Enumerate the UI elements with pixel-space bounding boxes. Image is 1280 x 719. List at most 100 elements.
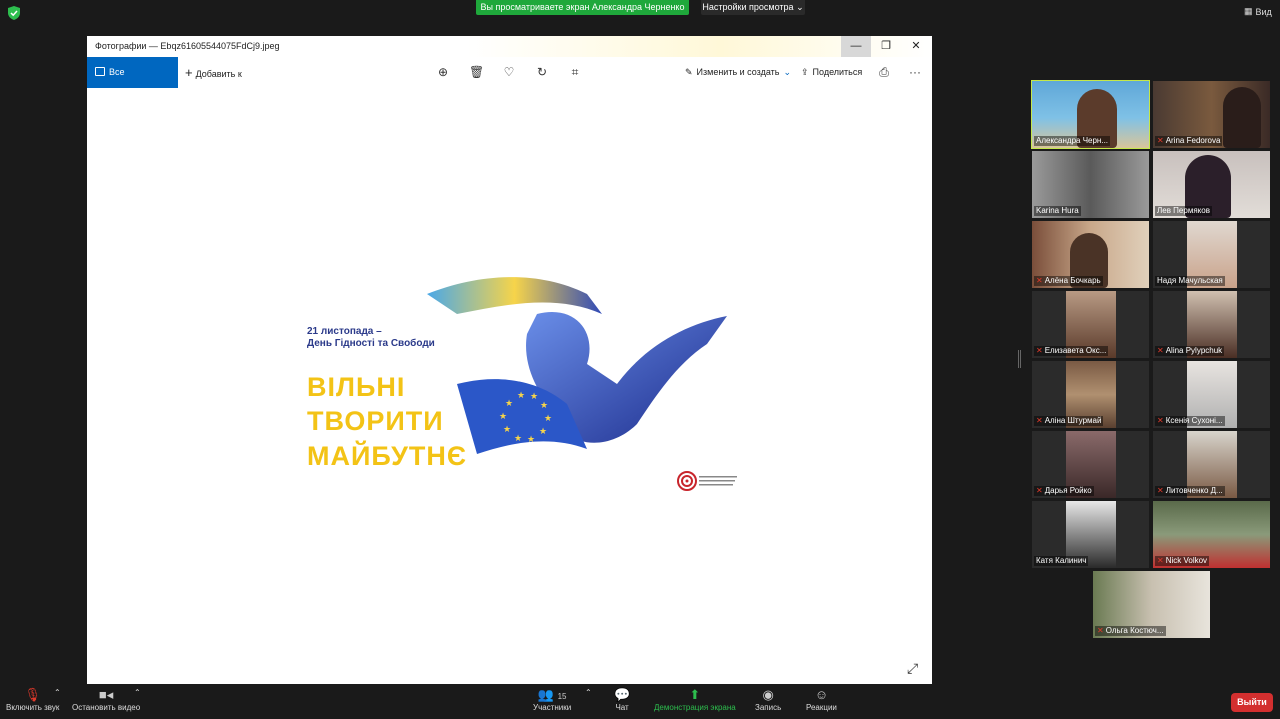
participant-name: Alina Pylypchuk	[1165, 346, 1223, 355]
share-label: Поделиться	[812, 67, 863, 77]
more-options-button[interactable]: ···	[908, 65, 922, 79]
participant-name: Дарья Ройко	[1044, 486, 1092, 495]
participant-tile[interactable]: Лев Пермяков	[1153, 151, 1270, 218]
heart-icon[interactable]: ♡	[502, 65, 516, 79]
chevron-down-icon: ⌄	[796, 2, 804, 12]
participant-name-wrap: ✕ Аліна Штурмай	[1034, 416, 1104, 426]
video-camera-icon: ■◂	[98, 687, 114, 702]
view-settings-button[interactable]: Настройки просмотра ⌄	[701, 0, 805, 15]
screen-share-banner: Вы просматриваете экран Александра Черне…	[476, 0, 689, 15]
svg-text:★: ★	[514, 434, 522, 444]
rotate-icon[interactable]: ↻	[535, 65, 549, 79]
svg-text:★: ★	[505, 399, 513, 409]
participant-name-wrap: ✕ Литовченко Д...	[1155, 486, 1225, 496]
edit-create-button[interactable]: ✎ Изменить и создать ⌄	[685, 57, 791, 88]
image-icon	[95, 67, 105, 76]
muted-mic-icon: 🎙	[24, 687, 41, 702]
participant-tile[interactable]: ✕ Alina Pylypchuk	[1153, 291, 1270, 358]
participants-label: Участники	[533, 703, 572, 712]
participant-tile[interactable]: Катя Калинич	[1032, 501, 1149, 568]
muted-mic-icon: ✕	[1157, 556, 1164, 565]
all-photos-label: Все фотографии	[109, 67, 161, 108]
close-button[interactable]: ✕	[901, 36, 931, 57]
participant-tile[interactable]: ✕ Алёна Бочкарь	[1032, 221, 1149, 288]
muted-mic-icon: ✕	[1036, 276, 1043, 285]
delete-icon[interactable]: 🗑	[469, 65, 484, 79]
svg-text:★: ★	[530, 392, 538, 402]
participant-name: Ольга Костюч...	[1105, 626, 1164, 635]
participant-name-wrap: ✕ Alina Pylypchuk	[1155, 346, 1225, 356]
svg-text:★: ★	[499, 412, 507, 422]
share-button[interactable]: ⇪ Поделиться	[801, 57, 862, 88]
share-screen-icon: ⬆	[689, 687, 701, 702]
zoom-in-icon[interactable]: ⊕	[436, 65, 450, 79]
participant-tile[interactable]: ✕ Аліна Штурмай	[1032, 361, 1149, 428]
plus-icon: +	[185, 65, 193, 80]
participant-tile[interactable]: ✕ Nick Volkov	[1153, 501, 1270, 568]
view-button-label: Вид	[1255, 6, 1272, 17]
svg-text:★: ★	[517, 391, 525, 401]
crop-icon[interactable]: ⌗	[568, 65, 582, 79]
audio-options-chevron[interactable]: ⌃	[54, 688, 61, 697]
participant-tile[interactable]: ✕ Литовченко Д...	[1153, 431, 1270, 498]
minimize-button[interactable]: —	[841, 36, 871, 57]
participant-name: Алёна Бочкарь	[1044, 276, 1101, 285]
view-button[interactable]: ▦ Вид	[1244, 6, 1272, 17]
participants-button[interactable]: 👥 15 Участники	[533, 687, 571, 712]
participant-name: Александра Черн...	[1034, 136, 1111, 146]
add-to-button[interactable]: + Добавить к	[185, 57, 242, 88]
participant-tile[interactable]: Надя Мачульская	[1153, 221, 1270, 288]
person-silhouette	[1223, 87, 1261, 148]
print-icon[interactable]: ⎙	[877, 65, 891, 79]
record-icon: ◉	[762, 687, 774, 702]
unmute-button[interactable]: 🎙 Включить звук	[6, 687, 59, 712]
participant-tile[interactable]: ✕ Ольга Костюч...	[1093, 571, 1210, 638]
window-titlebar: Фотографии — Ebqz61605544075FdCj9.jpeg —…	[87, 36, 932, 57]
svg-text:★: ★	[544, 414, 552, 424]
muted-mic-icon: ✕	[1036, 486, 1043, 495]
participant-tile[interactable]: ✕ Arina Fedorova	[1153, 81, 1270, 148]
record-button[interactable]: ◉ Запись	[755, 687, 781, 712]
share-screen-button[interactable]: ⬆ Демонстрация экрана	[654, 687, 736, 712]
meeting-controls-bar: 🎙 Включить звук ⌃ ■◂ Остановить видео ⌃ …	[0, 684, 1280, 719]
chevron-down-icon: ⌄	[783, 67, 792, 77]
participant-tile[interactable]: ✕ Елизавета Окс...	[1032, 291, 1149, 358]
muted-mic-icon: ✕	[1157, 346, 1164, 355]
participant-tile[interactable]: ✕ Ксенія Сухоні...	[1153, 361, 1270, 428]
participant-tile[interactable]: Александра Черн...	[1031, 80, 1150, 149]
image-date-line1: 21 листопада –	[307, 326, 382, 337]
participant-name: Nick Volkov	[1165, 556, 1208, 565]
panel-resize-handle[interactable]	[1018, 350, 1021, 368]
participants-options-chevron[interactable]: ⌃	[585, 688, 592, 697]
svg-text:★: ★	[527, 435, 535, 445]
edit-icon: ✎	[685, 67, 693, 77]
leave-button[interactable]: Выйти	[1231, 693, 1273, 712]
participants-count: 15	[557, 692, 567, 701]
institution-logo	[677, 471, 737, 491]
chat-label: Чат	[615, 703, 629, 712]
share-icon: ⇪	[801, 67, 809, 77]
all-photos-button[interactable]: Все фотографии	[87, 57, 178, 108]
expand-icon[interactable]: ⤢	[907, 660, 923, 676]
reactions-button[interactable]: ☺ Реакции	[806, 687, 837, 712]
reactions-label: Реакции	[806, 703, 837, 712]
muted-mic-icon: ✕	[1097, 626, 1104, 635]
chat-button[interactable]: 💬 Чат	[614, 687, 630, 712]
video-options-chevron[interactable]: ⌃	[134, 688, 141, 697]
svg-text:★: ★	[503, 425, 511, 435]
stop-video-button[interactable]: ■◂ Остановить видео	[72, 687, 140, 712]
participant-tile[interactable]: ✕ Дарья Ройко	[1032, 431, 1149, 498]
muted-mic-icon: ✕	[1036, 416, 1043, 425]
participant-name-wrap: ✕ Ксенія Сухоні...	[1155, 416, 1225, 426]
svg-text:★: ★	[540, 401, 548, 411]
participant-name: Karina Hura	[1034, 206, 1081, 216]
image-date-text: 21 листопада – День Гідності та Свободи	[307, 326, 435, 350]
window-title: Фотографии — Ebqz61605544075FdCj9.jpeg	[95, 41, 280, 51]
shield-icon	[8, 6, 20, 20]
unmute-label: Включить звук	[6, 703, 60, 712]
restore-button[interactable]: ❐	[871, 36, 901, 57]
participant-tile[interactable]: Karina Hura	[1032, 151, 1149, 218]
participant-name-wrap: ✕ Алёна Бочкарь	[1034, 276, 1103, 286]
participant-name: Катя Калинич	[1034, 556, 1089, 566]
participant-name-wrap: ✕ Елизавета Окс...	[1034, 346, 1109, 356]
